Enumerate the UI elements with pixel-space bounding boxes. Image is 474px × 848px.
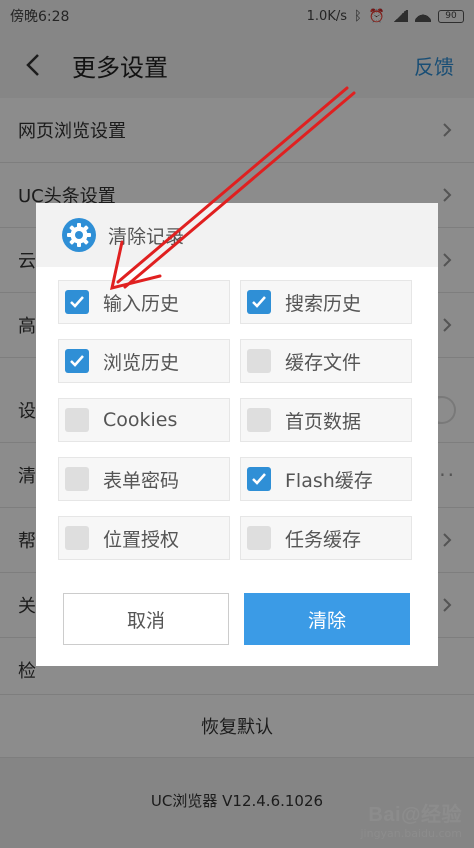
checkbox-checked-icon[interactable] [247,290,271,314]
clear-option[interactable]: 浏览历史 [58,339,230,383]
dialog-title: 清除记录 [108,225,185,248]
clear-option[interactable]: Flash缓存 [240,457,412,501]
clear-option-label: 任务缓存 [285,528,362,551]
checkbox-checked-icon[interactable] [65,349,89,373]
gear-icon [62,218,96,252]
clear-option[interactable]: 输入历史 [58,280,230,324]
checkbox-unchecked-icon[interactable] [65,408,89,432]
clear-option[interactable]: 首页数据 [240,398,412,442]
clear-option[interactable]: Cookies [58,398,230,442]
checkbox-unchecked-icon[interactable] [65,467,89,491]
clear-option-label: 首页数据 [285,410,362,433]
checkbox-unchecked-icon[interactable] [247,408,271,432]
clear-records-dialog: 清除记录 输入历史 搜索历史浏览历史 缓存文件 Cookies 首页数据表单密码 Flas… [36,203,438,666]
dialog-header: 清除记录 [36,203,438,267]
clear-option-label: 位置授权 [103,528,180,551]
clear-option-label: 搜索历史 [285,292,362,315]
clear-option-label: 缓存文件 [285,351,362,374]
clear-option[interactable]: 搜索历史 [240,280,412,324]
clear-button[interactable]: 清除 [244,593,410,645]
checkbox-checked-icon[interactable] [247,467,271,491]
clear-options-grid: 输入历史 搜索历史浏览历史 缓存文件 Cookies 首页数据表单密码 Flash缓存位置… [58,280,416,560]
checkbox-unchecked-icon[interactable] [247,526,271,550]
clear-option[interactable]: 表单密码 [58,457,230,501]
checkbox-unchecked-icon[interactable] [247,349,271,373]
clear-option-label: Flash缓存 [285,469,373,492]
clear-option-label: 表单密码 [103,469,180,492]
clear-option[interactable]: 位置授权 [58,516,230,560]
clear-option-label: 输入历史 [103,292,180,315]
checkbox-checked-icon[interactable] [65,290,89,314]
clear-option-label: 浏览历史 [103,351,180,374]
clear-option[interactable]: 缓存文件 [240,339,412,383]
cancel-button[interactable]: 取消 [63,593,229,645]
clear-option[interactable]: 任务缓存 [240,516,412,560]
checkbox-unchecked-icon[interactable] [65,526,89,550]
clear-option-label: Cookies [103,409,178,431]
